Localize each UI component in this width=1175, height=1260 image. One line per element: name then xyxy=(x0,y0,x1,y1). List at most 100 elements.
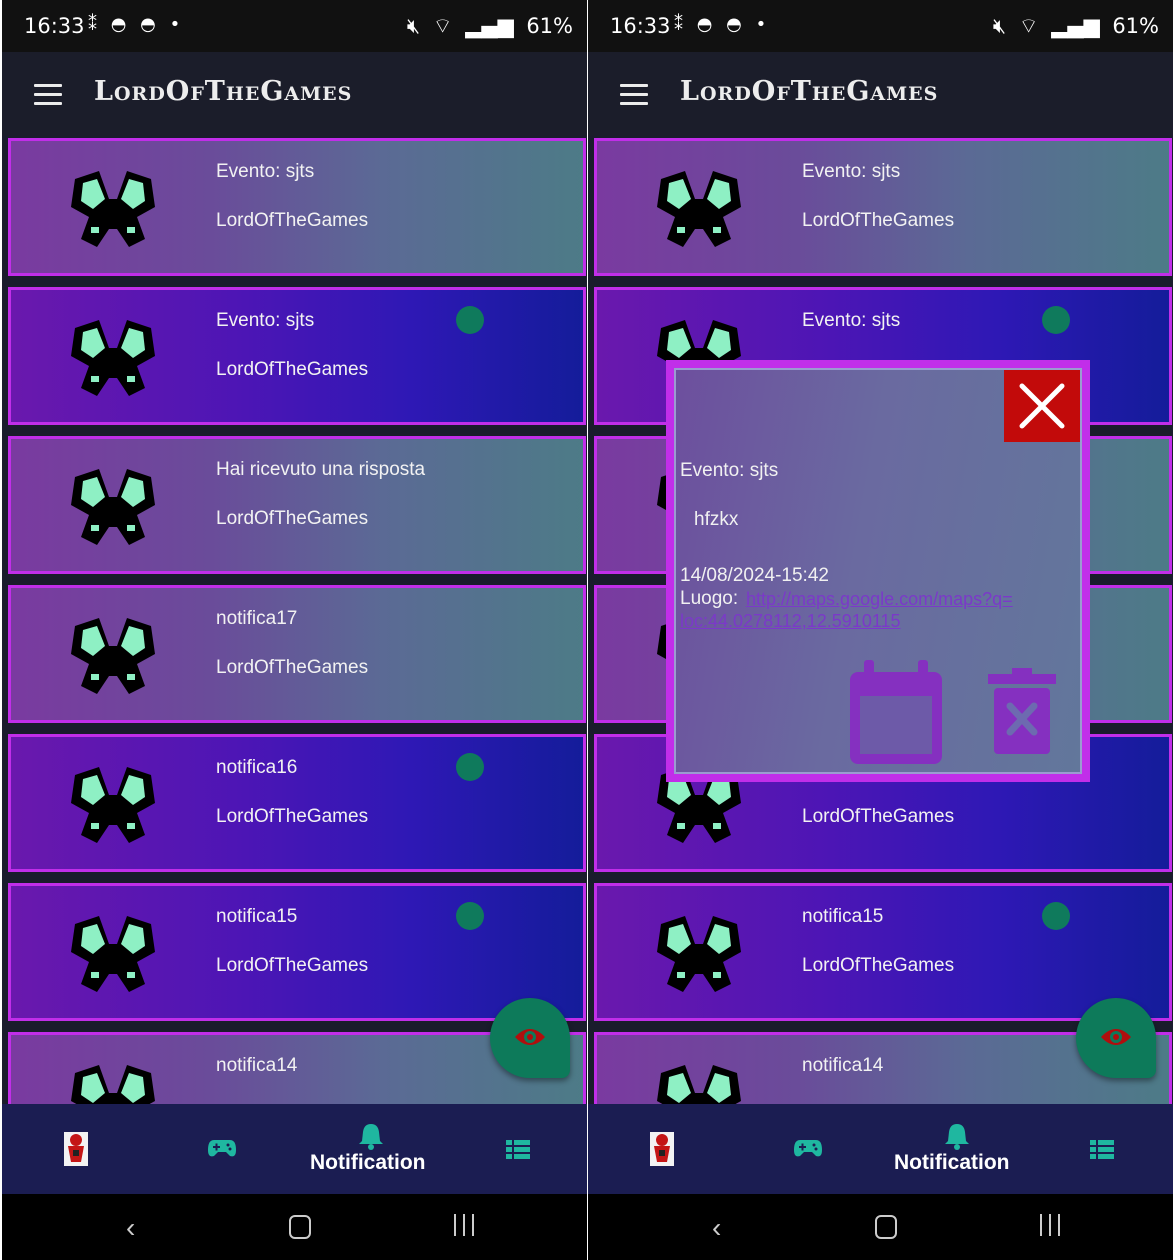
nav-notifications-label: Notification xyxy=(310,1151,426,1174)
dialog-body: Evento: sjts hfzkx 14/08/2024-15:42 Luog… xyxy=(674,368,1082,774)
list-icon xyxy=(506,1140,530,1159)
notification-title: notifica16 xyxy=(216,757,298,778)
phone-screen-right: 16:33 ⁑ ◓ ◓ • 🔇︎ ⌔ ▂▄▆ 61% LordOfTheGame… xyxy=(588,0,1173,1260)
notification-card[interactable]: Evento: sjts LordOfTheGames xyxy=(8,138,586,276)
nav-notifications[interactable]: Notification xyxy=(302,1104,442,1194)
event-detail-dialog: Evento: sjts hfzkx 14/08/2024-15:42 Luog… xyxy=(666,360,1090,782)
battery-level: 61% xyxy=(1112,14,1159,38)
notification-title: Hai ricevuto una risposta xyxy=(216,459,426,480)
notification-list[interactable]: Evento: sjts LordOfTheGames Evento: sjts… xyxy=(2,136,587,1104)
phone-screen-left: 16:33 ⁑ ◓ ◓ • 🔇︎ ⌔ ▂▄▆ 61% LordOfTheGame… xyxy=(2,0,587,1260)
notification-icons: ⁑ ◓ ◓ • xyxy=(88,14,185,35)
butterfly-icon xyxy=(71,618,155,694)
notification-card[interactable]: Evento: sjts LordOfTheGames xyxy=(8,287,586,425)
gamepad-icon xyxy=(794,1140,822,1157)
notification-card[interactable]: notifica15 LordOfTheGames xyxy=(594,883,1172,1021)
notification-title: notifica15 xyxy=(216,906,298,927)
notification-subtitle: LordOfTheGames xyxy=(216,806,369,827)
add-to-calendar-icon[interactable] xyxy=(848,660,944,766)
notification-subtitle: LordOfTheGames xyxy=(216,359,369,380)
eye-icon xyxy=(515,1029,545,1045)
nav-games[interactable] xyxy=(794,1104,824,1194)
notification-title: notifica15 xyxy=(802,906,884,927)
notification-title: Evento: sjts xyxy=(216,310,315,331)
nav-notifications[interactable]: Notification xyxy=(888,1104,1028,1194)
gamepad-icon xyxy=(208,1140,236,1157)
nav-list[interactable] xyxy=(1090,1104,1116,1194)
status-time: 16:33 xyxy=(610,14,671,38)
bell-icon xyxy=(945,1124,969,1150)
nav-profile[interactable] xyxy=(650,1104,676,1194)
dialog-location-label: Luogo: xyxy=(680,588,739,609)
system-navigation: ‹ xyxy=(2,1194,587,1260)
unread-indicator xyxy=(1042,902,1070,930)
back-icon[interactable]: ‹ xyxy=(712,1212,721,1244)
dialog-event-description: hfzkx xyxy=(694,509,739,530)
eye-icon xyxy=(1101,1029,1131,1045)
close-icon xyxy=(1019,383,1065,429)
mark-read-fab[interactable] xyxy=(1076,998,1156,1078)
mark-read-fab[interactable] xyxy=(490,998,570,1078)
home-icon[interactable] xyxy=(875,1215,897,1239)
bottom-navigation: Notification xyxy=(588,1104,1173,1194)
butterfly-icon xyxy=(71,767,155,843)
notification-subtitle: LordOfTheGames xyxy=(216,210,369,231)
notification-title: Evento: sjts xyxy=(216,161,315,182)
location-link-continued[interactable]: loc:44.0278112,12.5910115 xyxy=(680,611,901,632)
bell-icon xyxy=(359,1124,383,1150)
notification-subtitle: LordOfTheGames xyxy=(802,955,955,976)
system-navigation: ‹ xyxy=(588,1194,1173,1260)
notification-subtitle: LordOfTheGames xyxy=(216,955,369,976)
battery-level: 61% xyxy=(526,14,573,38)
nav-profile[interactable] xyxy=(64,1104,90,1194)
location-link[interactable]: http://maps.google.com/maps?q= xyxy=(746,589,1013,610)
nav-games[interactable] xyxy=(208,1104,238,1194)
menu-icon[interactable] xyxy=(34,84,62,106)
notification-subtitle: LordOfTheGames xyxy=(216,657,369,678)
recent-apps-icon[interactable] xyxy=(454,1214,474,1236)
home-icon[interactable] xyxy=(289,1215,311,1239)
butterfly-icon xyxy=(71,171,155,247)
butterfly-icon xyxy=(657,1065,741,1104)
dialog-event-datetime: 14/08/2024-15:42 xyxy=(680,565,829,586)
nav-list[interactable] xyxy=(506,1104,532,1194)
unread-indicator xyxy=(1042,306,1070,334)
app-title: LordOfTheGames xyxy=(94,76,353,107)
notification-card[interactable]: Hai ricevuto una risposta LordOfTheGames xyxy=(8,436,586,574)
app-bar: LordOfTheGames xyxy=(2,52,587,136)
close-button[interactable] xyxy=(1004,370,1080,442)
mute-icon: 🔇︎ xyxy=(992,14,1007,38)
bottom-navigation: Notification xyxy=(2,1104,587,1194)
butterfly-icon xyxy=(657,171,741,247)
status-right: 🔇︎ ⌔ ▂▄▆ 61% xyxy=(401,14,573,40)
unread-indicator xyxy=(456,306,484,334)
delete-icon[interactable] xyxy=(988,668,1056,756)
signal-icon: ▂▄▆ xyxy=(465,14,514,38)
notification-card[interactable]: notifica15 LordOfTheGames xyxy=(8,883,586,1021)
butterfly-icon xyxy=(71,1065,155,1104)
notification-title: Evento: sjts xyxy=(802,161,901,182)
butterfly-icon xyxy=(71,469,155,545)
recent-apps-icon[interactable] xyxy=(1040,1214,1060,1236)
back-icon[interactable]: ‹ xyxy=(126,1212,135,1244)
notification-title: notifica14 xyxy=(216,1055,298,1076)
status-time: 16:33 xyxy=(24,14,85,38)
butterfly-icon xyxy=(71,320,155,396)
butterfly-icon xyxy=(657,916,741,992)
list-icon xyxy=(1090,1140,1114,1159)
notification-card[interactable]: notifica16 LordOfTheGames xyxy=(8,734,586,872)
notification-card[interactable]: notifica17 LordOfTheGames xyxy=(8,585,586,723)
app-title: LordOfTheGames xyxy=(680,76,939,107)
notification-subtitle: LordOfTheGames xyxy=(216,508,369,529)
notification-title: Evento: sjts xyxy=(802,310,901,331)
menu-icon[interactable] xyxy=(620,84,648,106)
status-bar: 16:33 ⁑ ◓ ◓ • 🔇︎ ⌔ ▂▄▆ 61% xyxy=(2,0,587,52)
unread-indicator xyxy=(456,753,484,781)
notification-title: notifica17 xyxy=(216,608,298,629)
dialog-event-title: Evento: sjts xyxy=(680,460,779,481)
notification-card[interactable]: Evento: sjts LordOfTheGames xyxy=(594,138,1172,276)
avatar-icon xyxy=(64,1132,88,1166)
butterfly-icon xyxy=(71,916,155,992)
nav-notifications-label: Notification xyxy=(894,1151,1010,1174)
signal-icon: ▂▄▆ xyxy=(1051,14,1100,38)
